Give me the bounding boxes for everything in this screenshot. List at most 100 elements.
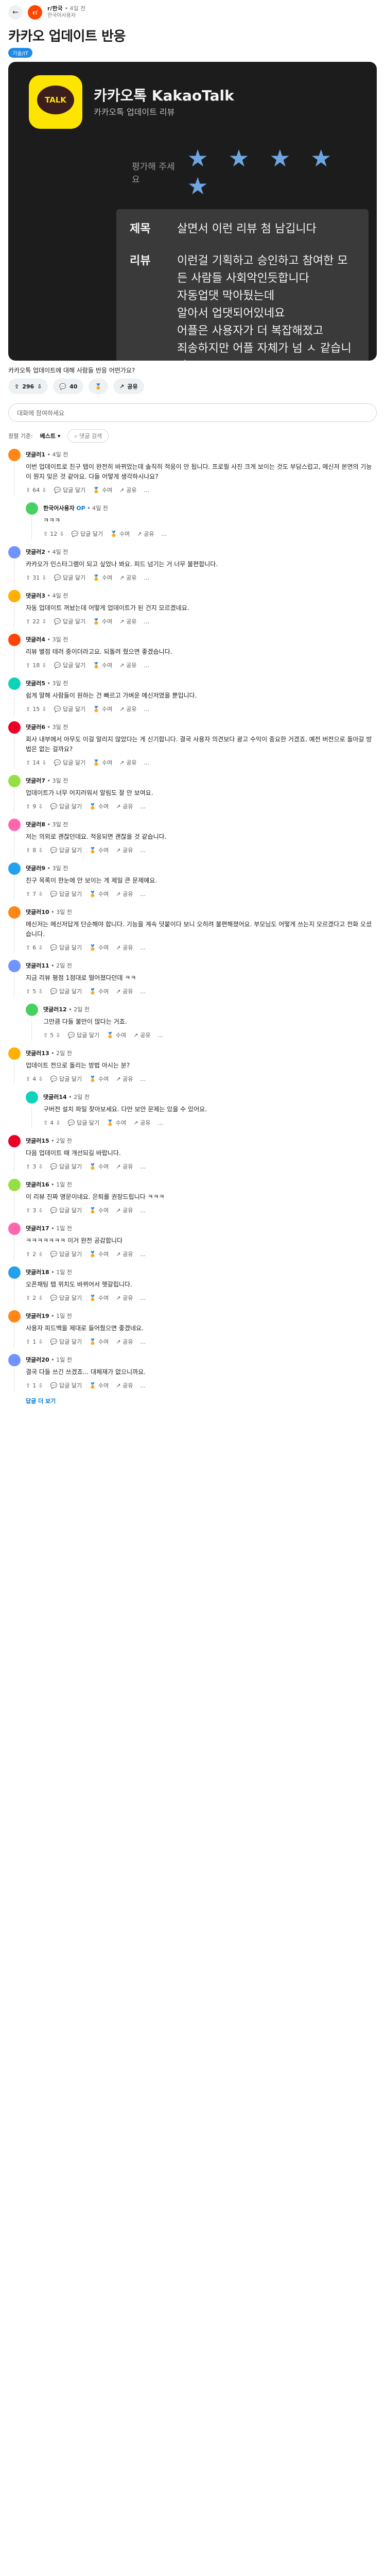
share-button[interactable]: ↗ 공유	[133, 1031, 150, 1039]
award-button[interactable]: 🏅 수여	[89, 846, 109, 854]
upvote-icon[interactable]: ⇧	[26, 759, 30, 766]
comment-user[interactable]: 댓글러16	[26, 1181, 49, 1188]
more-options-button[interactable]: ...	[141, 1251, 146, 1258]
reply-button[interactable]: 💬 답글 달기	[50, 1337, 82, 1346]
downvote-icon[interactable]: ⇩	[38, 1251, 43, 1258]
more-options-button[interactable]: ...	[144, 574, 150, 581]
comment-avatar[interactable]	[8, 906, 21, 919]
reply-button[interactable]: 💬 답글 달기	[50, 802, 82, 810]
comment-avatar[interactable]	[8, 1266, 21, 1279]
upvote-icon[interactable]: ⇧	[26, 1207, 30, 1214]
reply-button[interactable]: 💬 답글 달기	[71, 530, 103, 538]
award-button[interactable]: 🏅 수여	[93, 661, 112, 669]
more-options-button[interactable]: ...	[141, 847, 146, 854]
comment-avatar[interactable]	[8, 590, 21, 602]
comment-user[interactable]: 댓글러15	[26, 1138, 49, 1144]
comment-vote[interactable]: ⇧ 7 ⇩	[26, 891, 43, 897]
sort-dropdown[interactable]: 베스트 ▾	[40, 432, 61, 440]
downvote-icon[interactable]: ⇩	[38, 1295, 43, 1301]
more-options-button[interactable]: ...	[144, 759, 150, 766]
award-button[interactable]: 🏅 수여	[89, 1206, 109, 1214]
more-options-button[interactable]: ...	[141, 1163, 146, 1170]
downvote-icon[interactable]: ⇩	[38, 944, 43, 951]
comment-avatar[interactable]	[8, 862, 21, 875]
comment-user[interactable]: 댓글러13	[26, 1050, 49, 1057]
share-button[interactable]: ↗ 공유	[119, 486, 136, 494]
back-button[interactable]: ←	[8, 5, 23, 20]
share-button[interactable]: ↗ 공유	[116, 943, 133, 952]
comment-avatar[interactable]	[26, 1091, 38, 1104]
comment-user[interactable]: 댓글러19	[26, 1313, 49, 1319]
downvote-icon[interactable]: ⇩	[38, 1382, 43, 1389]
comment-avatar[interactable]	[8, 1310, 21, 1323]
downvote-icon[interactable]: ⇩	[42, 759, 46, 766]
comment-avatar[interactable]	[8, 1223, 21, 1235]
reply-button[interactable]: 💬 답글 달기	[54, 486, 85, 494]
award-button[interactable]: 🏅 수여	[89, 890, 109, 898]
comment-avatar[interactable]	[8, 1135, 21, 1147]
share-button[interactable]: ↗ 공유	[116, 987, 133, 995]
more-options-button[interactable]: ...	[162, 531, 167, 537]
upvote-icon[interactable]: ⇧	[43, 1120, 48, 1126]
comment-vote[interactable]: ⇧ 2 ⇩	[26, 1251, 43, 1258]
comment-user[interactable]: 댓글러2	[26, 549, 45, 555]
share-button[interactable]: ↗ 공유	[119, 758, 136, 767]
upvote-icon[interactable]: ⇧	[26, 487, 30, 494]
comment-user[interactable]: 댓글러18	[26, 1269, 49, 1276]
comment-vote[interactable]: ⇧ 64 ⇩	[26, 487, 46, 494]
downvote-icon[interactable]: ⇩	[42, 662, 46, 669]
reply-button[interactable]: 💬 답글 달기	[50, 943, 82, 952]
comment-vote[interactable]: ⇧ 15 ⇩	[26, 706, 46, 713]
downvote-icon[interactable]: ⇩	[42, 706, 46, 713]
downvote-icon[interactable]: ⇩	[38, 891, 43, 897]
award-button[interactable]: 🏅 수여	[93, 486, 112, 494]
share-button[interactable]: ↗ 공유	[116, 1337, 133, 1346]
award-button[interactable]: 🏅 수여	[110, 530, 130, 538]
more-options-button[interactable]: ...	[141, 891, 146, 897]
downvote-icon[interactable]: ⇩	[38, 988, 43, 995]
more-replies-link[interactable]: 답글 더 보기	[26, 1397, 377, 1405]
comment-avatar[interactable]	[8, 546, 21, 558]
comment-user[interactable]: 댓글러6	[26, 724, 45, 731]
comment-vote[interactable]: ⇧ 22 ⇩	[26, 618, 46, 625]
more-options-button[interactable]: ...	[141, 944, 146, 951]
thread-line[interactable]	[31, 1018, 32, 1041]
upvote-icon[interactable]: ⇧	[26, 618, 30, 625]
upvote-icon[interactable]: ⇧	[43, 531, 48, 537]
downvote-icon[interactable]: ⇩	[38, 847, 43, 854]
comment-user[interactable]: 댓글러5	[26, 680, 45, 687]
comment-avatar[interactable]	[8, 960, 21, 972]
award-button[interactable]: 🏅 수여	[89, 1337, 109, 1346]
reply-button[interactable]: 💬 답글 달기	[54, 705, 85, 713]
comment-input[interactable]: 대화에 참여하세요	[8, 403, 377, 422]
more-options-button[interactable]: ...	[141, 988, 146, 995]
comment-user[interactable]: 댓글러17	[26, 1225, 49, 1232]
comment-user[interactable]: 댓글러14	[43, 1094, 67, 1100]
share-button[interactable]: ↗ 공유	[119, 661, 136, 669]
downvote-icon[interactable]: ⇩	[38, 1076, 43, 1082]
reply-button[interactable]: 💬 답글 달기	[67, 1031, 99, 1039]
reply-button[interactable]: 💬 답글 달기	[54, 617, 85, 625]
award-button[interactable]: 🏅 수여	[107, 1118, 126, 1127]
comment-user[interactable]: 댓글러10	[26, 909, 49, 916]
reply-button[interactable]: 💬 답글 달기	[50, 846, 82, 854]
more-options-button[interactable]: ...	[141, 803, 146, 810]
comment-user[interactable]: 한국어사용자	[43, 505, 75, 512]
comment-vote[interactable]: ⇧ 2 ⇩	[26, 1295, 43, 1301]
more-options-button[interactable]: ...	[141, 1207, 146, 1214]
comment-user[interactable]: 댓글러3	[26, 592, 45, 599]
comment-user[interactable]: 댓글러4	[26, 636, 45, 643]
comment-user[interactable]: 댓글러1	[26, 451, 45, 458]
award-button[interactable]: 🏅 수여	[89, 943, 109, 952]
more-options-button[interactable]: ...	[144, 487, 150, 494]
more-options-button[interactable]: ...	[144, 662, 150, 669]
upvote-icon[interactable]: ⇧	[26, 1382, 30, 1389]
comment-avatar[interactable]	[8, 677, 21, 690]
award-button[interactable]: 🏅 수여	[107, 1031, 126, 1039]
award-button[interactable]: 🏅 수여	[89, 802, 109, 810]
share-pill[interactable]: ↗ 공유	[113, 379, 144, 394]
comment-user[interactable]: 댓글러11	[26, 962, 49, 969]
share-button[interactable]: ↗ 공유	[116, 1294, 133, 1302]
reply-button[interactable]: 💬 답글 달기	[50, 890, 82, 898]
post-author[interactable]: 한국어사용자	[47, 12, 85, 20]
